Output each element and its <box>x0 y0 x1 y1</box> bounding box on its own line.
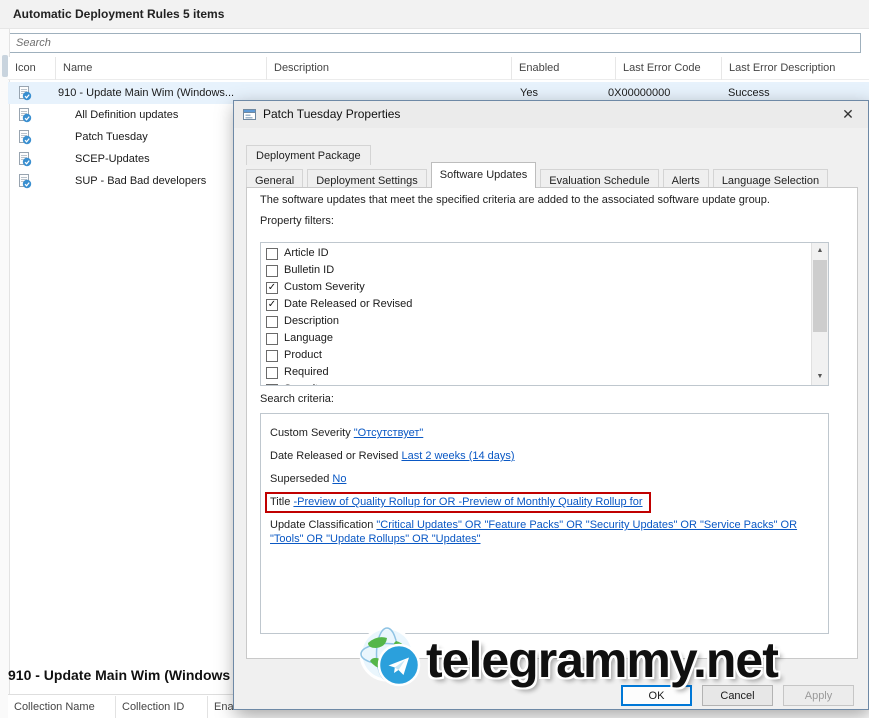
filter-label: Custom Severity <box>284 281 365 293</box>
adr-icon <box>16 173 32 189</box>
checkbox[interactable]: ✓ <box>266 298 278 311</box>
criteria-value-link[interactable]: "Отсутствует" <box>354 427 424 439</box>
search-input[interactable] <box>9 33 861 53</box>
adr-icon <box>16 85 32 101</box>
row-name: SCEP-Updates <box>75 153 150 165</box>
column-header-collection-id[interactable]: Collection ID <box>116 696 208 718</box>
column-header-last-error-description[interactable]: Last Error Description <box>722 57 869 80</box>
page-title: Automatic Deployment Rules 5 items <box>0 0 869 29</box>
criteria-field: Update Classification <box>270 519 374 531</box>
checkbox[interactable] <box>266 349 278 362</box>
criteria-date-released: Date Released or Revised Last 2 weeks (1… <box>270 449 819 463</box>
column-header-enabled[interactable]: Enabled <box>512 57 616 80</box>
checkbox[interactable] <box>266 383 278 385</box>
filter-item-date-released[interactable]: ✓ Date Released or Revised <box>266 296 828 313</box>
checkbox[interactable]: ✓ <box>266 281 278 294</box>
filter-label: Language <box>284 332 333 344</box>
filter-item-language[interactable]: Language <box>266 330 828 347</box>
tab-description: The software updates that meet the speci… <box>260 194 770 206</box>
row-name: Patch Tuesday <box>75 131 148 143</box>
filter-item-custom-severity[interactable]: ✓ Custom Severity <box>266 279 828 296</box>
filter-label: Description <box>284 315 340 327</box>
filter-item-severity[interactable]: Severity <box>266 381 828 385</box>
filter-item-required[interactable]: Required <box>266 364 828 381</box>
tab-strip: General Deployment Settings Software Upd… <box>246 162 829 191</box>
tab-deployment-package[interactable]: Deployment Package <box>246 145 371 165</box>
checkbox[interactable] <box>266 264 278 277</box>
close-icon[interactable]: ✕ <box>837 105 859 124</box>
filter-label: Date Released or Revised <box>284 298 413 310</box>
detail-title: 910 - Update Main Wim (Windows <box>8 667 231 683</box>
criteria-value-link[interactable]: -Preview of Quality Rollup for OR -Previ… <box>293 496 642 508</box>
scroll-up-icon[interactable]: ▲ <box>812 243 828 259</box>
filter-label: Product <box>284 349 322 361</box>
criteria-field: Date Released or Revised <box>270 450 399 462</box>
checkbox[interactable] <box>266 315 278 328</box>
filter-label: Required <box>284 366 329 378</box>
dialog-icon <box>242 107 257 122</box>
search-criteria-label: Search criteria: <box>260 393 334 405</box>
column-header-last-error-code[interactable]: Last Error Code <box>616 57 722 80</box>
software-updates-tab-panel: The software updates that meet the speci… <box>246 187 858 659</box>
filter-label: Bulletin ID <box>284 264 335 276</box>
adr-icon <box>16 107 32 123</box>
criteria-superseded: Superseded No <box>270 472 819 486</box>
table-header: Icon Name Description Enabled Last Error… <box>8 57 869 80</box>
filter-item-article-id[interactable]: Article ID <box>266 245 828 262</box>
criteria-value-link[interactable]: Last 2 weeks (14 days) <box>401 450 514 462</box>
dialog-title: Patch Tuesday Properties <box>263 107 401 121</box>
row-name: SUP - Bad Bad developers <box>75 175 207 187</box>
criteria-value-link[interactable]: No <box>332 473 346 485</box>
row-name: 910 - Update Main Wim (Windows... <box>58 87 235 99</box>
column-header-name[interactable]: Name <box>56 57 267 80</box>
dialog-titlebar[interactable]: Patch Tuesday Properties ✕ <box>234 101 868 128</box>
filter-item-description[interactable]: Description <box>266 313 828 330</box>
criteria-field: Title <box>270 496 291 508</box>
screen: Automatic Deployment Rules 5 items Icon … <box>0 0 869 718</box>
adr-icon <box>16 129 32 145</box>
criteria-field: Custom Severity <box>270 427 351 439</box>
scroll-down-icon[interactable]: ▼ <box>812 369 828 385</box>
criteria-title: Title -Preview of Quality Rollup for OR … <box>265 492 819 513</box>
checkbox[interactable] <box>266 366 278 379</box>
row-name: All Definition updates <box>75 109 179 121</box>
filter-item-product[interactable]: Product <box>266 347 828 364</box>
cancel-button[interactable]: Cancel <box>702 685 773 706</box>
property-filters-label: Property filters: <box>260 215 334 227</box>
ok-button[interactable]: OK <box>621 685 692 706</box>
search-criteria-box: Custom Severity "Отсутствует" Date Relea… <box>260 413 829 634</box>
filter-label: Article ID <box>284 247 329 259</box>
scrollbar[interactable]: ▲ ▼ <box>811 243 828 385</box>
criteria-custom-severity: Custom Severity "Отсутствует" <box>270 426 819 440</box>
column-header-description[interactable]: Description <box>267 57 512 80</box>
patch-tuesday-properties-dialog: Patch Tuesday Properties ✕ Deployment Pa… <box>233 100 869 710</box>
scroll-thumb[interactable] <box>813 260 827 332</box>
criteria-update-classification: Update Classification "Critical Updates"… <box>270 518 819 546</box>
checkbox[interactable] <box>266 332 278 345</box>
checkbox[interactable] <box>266 247 278 260</box>
tab-software-updates[interactable]: Software Updates <box>430 162 537 188</box>
property-filters-list[interactable]: Article ID Bulletin ID ✓ Custom Severity… <box>260 242 829 386</box>
apply-button[interactable]: Apply <box>783 685 854 706</box>
criteria-field: Superseded <box>270 473 330 485</box>
adr-icon <box>16 151 32 167</box>
red-highlight-box: Title -Preview of Quality Rollup for OR … <box>265 492 651 513</box>
filter-item-bulletin-id[interactable]: Bulletin ID <box>266 262 828 279</box>
column-header-icon[interactable]: Icon <box>8 57 56 80</box>
filter-label: Severity <box>284 381 324 385</box>
column-header-collection-name[interactable]: Collection Name <box>8 696 116 718</box>
